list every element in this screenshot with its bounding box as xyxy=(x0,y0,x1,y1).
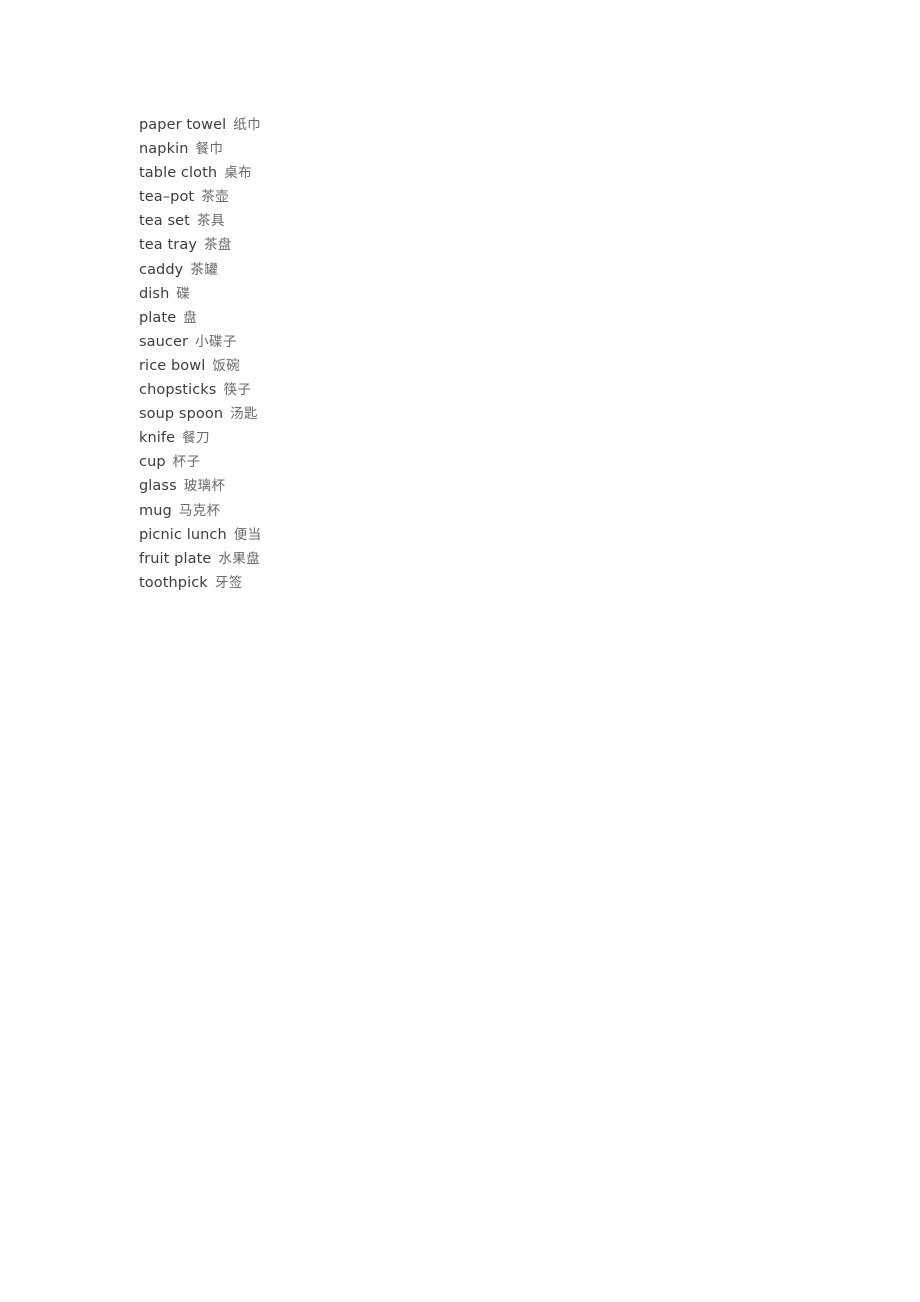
vocabulary-term-english: caddy xyxy=(139,261,184,278)
vocabulary-term-chinese: 汤匙 xyxy=(230,406,258,423)
vocabulary-term-chinese: 桌布 xyxy=(224,165,252,182)
vocabulary-term-english: fruit plate xyxy=(139,550,212,567)
vocabulary-list: paper towel 纸巾 napkin 餐巾 table cloth 桌布 tea–po… xyxy=(139,112,262,594)
vocabulary-term-english: knife xyxy=(139,430,176,447)
vocabulary-term-english: soup spoon xyxy=(139,406,224,423)
vocabulary-entry: tea set 茶具 xyxy=(139,208,262,232)
vocabulary-entry: tea tray 茶盘 xyxy=(139,232,262,256)
vocabulary-term-chinese: 饭碗 xyxy=(212,357,241,374)
vocabulary-entry: plate 盘 xyxy=(139,305,262,329)
vocabulary-term-english: cup xyxy=(139,454,166,471)
vocabulary-term-chinese: 筷子 xyxy=(223,382,252,399)
vocabulary-term-chinese: 杯子 xyxy=(172,454,201,471)
vocabulary-term-chinese: 马克杯 xyxy=(178,502,221,519)
vocabulary-term-english: napkin xyxy=(139,141,189,158)
vocabulary-term-chinese: 水果盘 xyxy=(218,550,261,567)
vocabulary-entry: paper towel 纸巾 xyxy=(139,112,262,136)
vocabulary-term-english: glass xyxy=(139,478,177,495)
vocabulary-term-chinese: 牙签 xyxy=(214,574,243,591)
vocabulary-term-english: picnic lunch xyxy=(139,526,227,543)
vocabulary-term-chinese: 餐巾 xyxy=(195,141,224,158)
vocabulary-entry: fruit plate 水果盘 xyxy=(139,546,262,570)
vocabulary-term-chinese: 茶盘 xyxy=(204,237,232,254)
vocabulary-entry: napkin 餐巾 xyxy=(139,136,262,160)
vocabulary-term-english: tea–pot xyxy=(139,189,195,206)
vocabulary-term-english: toothpick xyxy=(139,574,208,591)
vocabulary-term-english: tea set xyxy=(139,213,190,230)
vocabulary-term-chinese: 碟 xyxy=(176,285,191,302)
vocabulary-term-chinese: 玻璃杯 xyxy=(183,478,226,495)
vocabulary-entry: soup spoon 汤匙 xyxy=(139,401,262,425)
vocabulary-term-english: rice bowl xyxy=(139,357,206,374)
vocabulary-term-chinese: 茶罐 xyxy=(190,261,219,278)
vocabulary-term-chinese: 餐刀 xyxy=(182,430,210,447)
vocabulary-entry: chopsticks 筷子 xyxy=(139,377,262,401)
vocabulary-entry: dish 碟 xyxy=(139,281,262,305)
vocabulary-term-english: plate xyxy=(139,309,177,326)
vocabulary-term-chinese: 盘 xyxy=(183,309,198,326)
vocabulary-term-english: tea tray xyxy=(139,237,198,254)
document-page: paper towel 纸巾 napkin 餐巾 table cloth 桌布 tea–po… xyxy=(0,0,920,1302)
vocabulary-entry: rice bowl 饭碗 xyxy=(139,353,262,377)
vocabulary-term-english: mug xyxy=(139,502,172,519)
vocabulary-entry: knife 餐刀 xyxy=(139,425,262,449)
vocabulary-entry: toothpick 牙签 xyxy=(139,570,262,594)
vocabulary-term-chinese: 纸巾 xyxy=(233,117,262,133)
vocabulary-term-english: table cloth xyxy=(139,165,218,182)
vocabulary-entry: caddy 茶罐 xyxy=(139,257,262,281)
vocabulary-term-chinese: 茶具 xyxy=(196,213,225,230)
vocabulary-term-english: paper towel xyxy=(139,117,227,133)
vocabulary-term-chinese: 茶壶 xyxy=(201,189,230,206)
vocabulary-entry: table cloth 桌布 xyxy=(139,160,262,184)
vocabulary-entry: glass 玻璃杯 xyxy=(139,473,262,497)
vocabulary-term-english: saucer xyxy=(139,333,189,350)
vocabulary-term-english: dish xyxy=(139,285,170,302)
vocabulary-entry: picnic lunch 便当 xyxy=(139,522,262,546)
vocabulary-term-chinese: 小碟子 xyxy=(195,333,237,350)
vocabulary-entry: saucer 小碟子 xyxy=(139,329,262,353)
vocabulary-entry: tea–pot 茶壶 xyxy=(139,184,262,208)
vocabulary-term-chinese: 便当 xyxy=(233,526,262,543)
vocabulary-entry: cup 杯子 xyxy=(139,449,262,473)
vocabulary-entry: mug 马克杯 xyxy=(139,498,262,522)
vocabulary-term-english: chopsticks xyxy=(139,382,217,399)
